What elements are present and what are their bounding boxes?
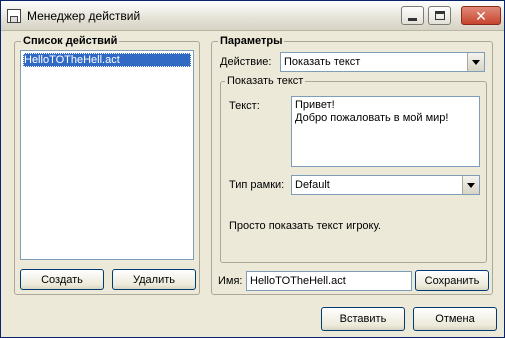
frame-type-value: Default xyxy=(295,179,330,191)
actions-listbox[interactable]: HelloTOTheHell.act xyxy=(20,50,194,260)
text-area-line: Привет! xyxy=(295,99,335,111)
chevron-down-icon xyxy=(467,182,475,188)
app-window-icon xyxy=(7,9,21,23)
action-select[interactable]: Показать текст xyxy=(280,52,485,72)
description-text: Просто показать текст игроку. xyxy=(229,220,381,232)
minimize-icon xyxy=(408,17,417,21)
text-area-line: Добро пожаловать в мой мир! xyxy=(295,112,449,124)
name-field[interactable]: HelloTOTheHell.act xyxy=(246,271,412,291)
action-label: Действие: xyxy=(220,56,272,68)
create-button[interactable]: Создать xyxy=(20,269,104,290)
frame-type-select[interactable]: Default xyxy=(291,175,480,195)
parameters-title: Параметры xyxy=(218,35,285,48)
frame-type-dropdown[interactable] xyxy=(462,176,479,194)
title-bar[interactable]: Менеджер действий ✕ xyxy=(1,1,504,31)
frame-type-label: Тип рамки: xyxy=(229,179,285,191)
name-label: Имя: xyxy=(218,275,243,287)
chevron-down-icon xyxy=(472,59,480,65)
action-select-value: Показать текст xyxy=(284,56,361,68)
close-button[interactable]: ✕ xyxy=(461,6,501,25)
actions-list-title: Список действий xyxy=(21,35,120,48)
text-area[interactable]: Привет! Добро пожаловать в мой мир! xyxy=(291,96,480,167)
list-item[interactable]: HelloTOTheHell.act xyxy=(23,53,191,67)
maximize-icon xyxy=(434,11,445,20)
action-manager-window: Менеджер действий ✕ Список действий Hell… xyxy=(0,0,505,338)
action-select-dropdown[interactable] xyxy=(467,53,484,71)
maximize-button[interactable] xyxy=(428,6,451,25)
minimize-button[interactable] xyxy=(401,6,424,25)
save-button[interactable]: Сохранить xyxy=(415,270,489,291)
window-title: Менеджер действий xyxy=(27,9,141,23)
cancel-button[interactable]: Отмена xyxy=(413,307,497,331)
close-icon: ✕ xyxy=(475,7,487,24)
show-text-title: Показать текст xyxy=(225,75,306,88)
text-label: Текст: xyxy=(229,100,260,112)
insert-button[interactable]: Вставить xyxy=(321,307,405,331)
delete-button[interactable]: Удалить xyxy=(112,269,196,290)
